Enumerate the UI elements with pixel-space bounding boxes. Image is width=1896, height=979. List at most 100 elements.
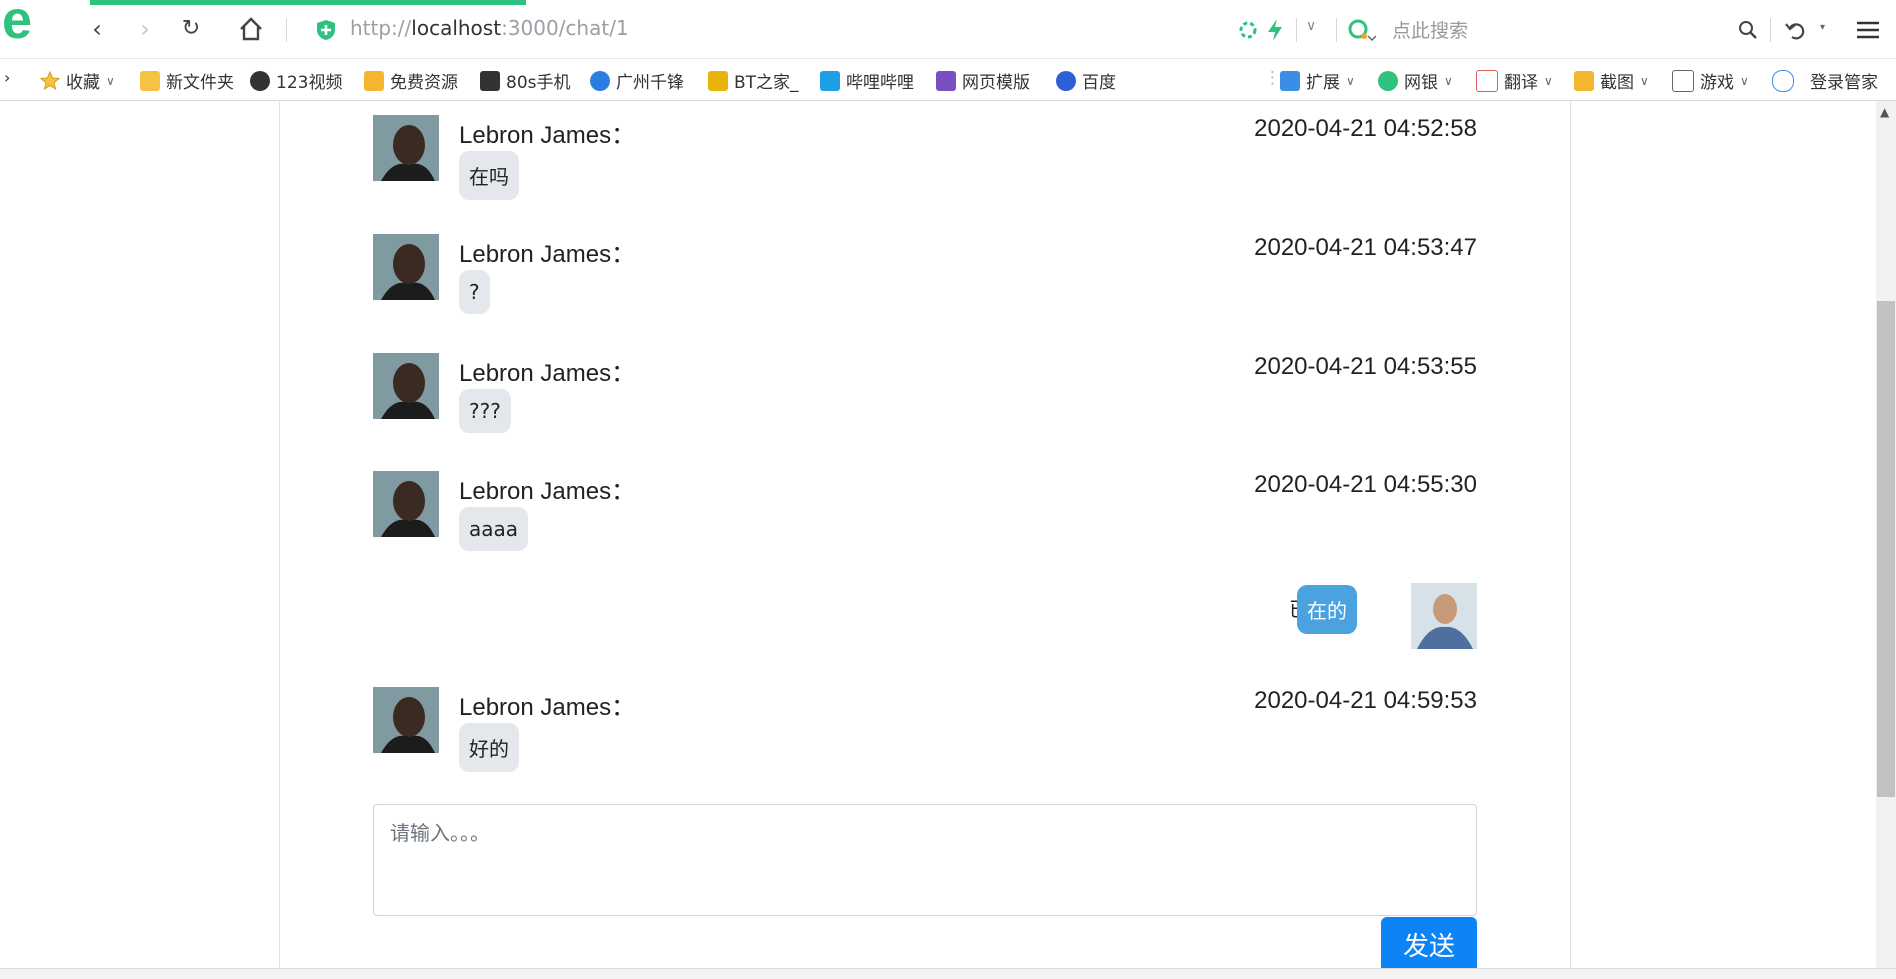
extension-icon	[1280, 70, 1300, 91]
message-input[interactable]: 请输入。。。	[373, 804, 1477, 916]
speed-mode-icon[interactable]	[1266, 18, 1284, 42]
url-prefix: http://	[350, 16, 412, 40]
toolbar-divider	[1336, 18, 1337, 42]
q-logo-icon	[590, 70, 610, 91]
avatar	[373, 353, 439, 419]
tool-item[interactable]: 扩展 ∨	[1280, 68, 1355, 93]
film-icon	[480, 70, 500, 91]
bookmark-item[interactable]: BT之家_	[708, 68, 799, 93]
tool-label: 翻译	[1504, 73, 1538, 93]
chevron-down-icon: ∨	[1346, 73, 1355, 88]
sender-name: Lebron James：	[459, 360, 636, 387]
sender-name: Lebron James：	[459, 122, 636, 149]
bookmark-item[interactable]: 80s手机	[480, 68, 571, 93]
bookmark-label: 免费资源	[390, 73, 458, 93]
menu-hamburger-icon[interactable]	[1856, 20, 1880, 40]
tool-item[interactable]: 登录管家	[1772, 68, 1878, 93]
message-timestamp: 2020-04-21 04:55:30	[1254, 471, 1477, 498]
bookmark-item[interactable]: 免费资源	[364, 68, 458, 93]
trophy-icon	[364, 70, 384, 91]
tool-label: 截图	[1600, 73, 1634, 93]
undo-dropdown-icon[interactable]: ▾	[1820, 22, 1825, 33]
column-divider	[1570, 101, 1571, 968]
search-input[interactable]: 点此搜索	[1392, 16, 1468, 43]
forward-button[interactable]: ›	[130, 14, 160, 44]
bookmark-label: 广州千锋	[616, 73, 684, 93]
avatar	[1411, 583, 1477, 649]
avatar	[373, 471, 439, 537]
chat-message: Lebron James： 2020-04-21 04:55:30 aaaa	[373, 457, 1477, 557]
search-icon[interactable]	[1738, 20, 1758, 40]
tool-item[interactable]: 翻译 ∨	[1476, 68, 1553, 93]
search-engine-icon[interactable]	[1348, 18, 1376, 42]
message-bubble: ???	[459, 389, 511, 433]
url-dropdown-icon[interactable]: ∨	[1306, 18, 1316, 34]
tool-label: 扩展	[1306, 73, 1340, 93]
chevron-down-icon: ∨	[1544, 73, 1553, 88]
status-bar	[0, 968, 1896, 979]
bookmark-item[interactable]: 哔哩哔哩	[820, 68, 914, 93]
home-button[interactable]	[236, 14, 266, 44]
chat-page: Lebron James： 2020-04-21 04:52:58 在吗 Leb…	[0, 101, 1876, 968]
send-button[interactable]: 发送	[1381, 917, 1477, 968]
tool-label: 游戏	[1700, 73, 1734, 93]
login-icon	[1772, 69, 1794, 92]
scroll-up-icon[interactable]: ▲	[1880, 105, 1889, 119]
bookmark-label: 新文件夹	[166, 73, 234, 93]
chevron-down-icon: ∨	[106, 73, 115, 88]
bilibili-icon	[820, 70, 840, 91]
toolbar-divider	[286, 18, 287, 42]
tool-item[interactable]: 网银 ∨	[1378, 68, 1453, 93]
tool-item[interactable]: 游戏 ∨	[1672, 68, 1749, 93]
tool-label: 网银	[1404, 73, 1438, 93]
bt-icon	[708, 70, 728, 91]
message-timestamp: 2020-04-21 04:53:55	[1254, 353, 1477, 380]
tool-item[interactable]: 截图 ∨	[1574, 68, 1649, 93]
address-bar[interactable]: http://localhost:3000/chat/1	[350, 16, 629, 40]
chevron-down-icon: ∨	[1640, 73, 1649, 88]
bookmark-label: BT之家_	[734, 73, 799, 93]
avatar	[373, 115, 439, 181]
gamepad-icon	[1672, 69, 1694, 92]
avatar	[373, 687, 439, 753]
chat-message: Lebron James： 2020-04-21 04:53:47 ?	[373, 220, 1477, 320]
bookmark-label: 80s手机	[506, 73, 571, 93]
svg-text:e: e	[2, 0, 32, 50]
screenshot-icon	[1574, 70, 1594, 91]
folder-icon	[140, 70, 160, 91]
chevron-down-icon: ∨	[1740, 73, 1749, 88]
toolbar-divider	[1296, 18, 1297, 42]
scrollbar-thumb[interactable]	[1877, 301, 1895, 797]
chat-message: Lebron James： 2020-04-21 04:53:55 ???	[373, 339, 1477, 439]
my-message-bubble: 在的	[1297, 585, 1357, 634]
bookmark-item[interactable]: 123视频	[250, 68, 342, 93]
bookmark-item[interactable]: 网页模版	[936, 68, 1030, 93]
message-timestamp: 2020-04-21 04:59:53	[1254, 687, 1477, 714]
page-scrollbar[interactable]: ▲	[1876, 101, 1896, 968]
bookmark-item[interactable]: 收藏 ∨	[40, 68, 115, 93]
bookmarks-expand-icon[interactable]: ›	[4, 68, 10, 87]
bookmark-item[interactable]: 百度	[1056, 68, 1116, 93]
avatar	[373, 234, 439, 300]
toolbar-divider: ⋮	[1264, 68, 1281, 88]
baidu-paw-icon	[1056, 70, 1076, 91]
chat-message: Lebron James： 2020-04-21 04:59:53 好的	[373, 673, 1477, 773]
tool-label: 登录管家	[1810, 73, 1878, 93]
page-load-progress	[90, 0, 526, 5]
bookmark-item[interactable]: 新文件夹	[140, 68, 234, 93]
browser-logo-icon: e	[0, 0, 58, 50]
chevron-down-icon: ∨	[1444, 73, 1453, 88]
message-bubble: ?	[459, 270, 490, 314]
undo-close-tab-icon[interactable]	[1784, 18, 1808, 42]
bookmark-item[interactable]: 广州千锋	[590, 68, 684, 93]
star-icon	[40, 70, 60, 90]
message-timestamp: 2020-04-21 04:53:47	[1254, 234, 1477, 261]
browser-toolbar: e ‹ › ↻ http://localhost:3000/chat/1 ∨ 点…	[0, 0, 1896, 59]
reload-button[interactable]: ↻	[176, 14, 206, 44]
bookmark-label: 网页模版	[962, 73, 1030, 93]
bookmark-label: 123视频	[276, 73, 343, 93]
back-button[interactable]: ‹	[82, 14, 112, 44]
security-shield-icon	[317, 20, 335, 40]
chat-message: Lebron James： 2020-04-21 04:52:58 在吗	[373, 101, 1477, 201]
template-icon	[936, 70, 956, 91]
